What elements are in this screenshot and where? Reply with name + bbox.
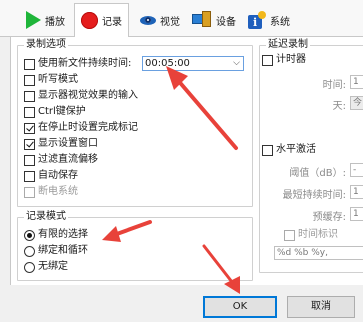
record-mode-option-limited[interactable]: 有限的选择: [24, 229, 88, 241]
record-mode-title: 记录模式: [24, 211, 68, 223]
time-label: 时间:: [322, 80, 346, 91]
record-options-group: 录制选项 使用新文件持续时间: 00:05:00 ⌵ 听写模式 显示器视觉效果的…: [17, 39, 253, 207]
threshold-input[interactable]: -: [350, 163, 363, 177]
unbound-radio[interactable]: [24, 261, 35, 273]
filter-dc-offset-checkbox[interactable]: [24, 154, 35, 166]
dictation-mode-option[interactable]: 听写模式: [24, 74, 78, 86]
show-visual-effects-option[interactable]: 显示器视觉效果的输入: [24, 90, 138, 102]
tab-record[interactable]: 记录: [74, 3, 129, 38]
ok-button[interactable]: OK: [203, 296, 277, 318]
auto-save-option[interactable]: 自动保存: [24, 170, 78, 182]
chevron-down-icon[interactable]: ⌵: [233, 57, 240, 70]
power-off-system-label: 断电系统: [38, 186, 78, 197]
eye-icon: [140, 15, 156, 25]
record-mode-group: 记录模式 有限的选择 绑定和循环 无绑定: [17, 211, 253, 281]
record-icon: [81, 12, 98, 29]
auto-save-label: 自动保存: [38, 170, 78, 181]
min-duration-label: 最短持续时间:: [282, 190, 346, 201]
power-off-system-checkbox: [24, 186, 35, 198]
level-activation-label: 水平激活: [276, 144, 316, 155]
tab-label: 系统: [270, 16, 290, 28]
timestamp-format-value: %d %b %y,: [277, 248, 328, 258]
new-file-duration-label: 使用新文件持续时间:: [38, 58, 132, 69]
level-activation-checkbox[interactable]: [262, 144, 273, 156]
new-file-duration-input[interactable]: 00:05:00 ⌵: [142, 56, 244, 71]
filter-dc-offset-label: 过滤直流偏移: [38, 154, 98, 165]
dictation-mode-checkbox[interactable]: [24, 74, 35, 86]
devices-icon: [192, 11, 212, 29]
threshold-label: 阈值（dB）:: [289, 168, 346, 179]
tab-label: 记录: [102, 17, 122, 28]
threshold-value: -: [353, 165, 357, 175]
filter-dc-offset-option[interactable]: 过滤直流偏移: [24, 154, 98, 166]
show-settings-window-option[interactable]: 显示设置窗口: [24, 138, 98, 150]
new-file-duration-checkbox[interactable]: [24, 58, 35, 70]
record-mode-option-loop[interactable]: 绑定和循环: [24, 245, 88, 257]
tab-label: 视觉: [160, 16, 180, 28]
stop-mark-complete-label: 在停止时设置完成标记: [38, 122, 138, 133]
system-info-icon: i: [248, 11, 266, 29]
unbound-label: 无绑定: [38, 261, 68, 272]
record-options-title: 录制选项: [24, 39, 68, 51]
loop-radio[interactable]: [24, 245, 35, 257]
new-file-duration-value: 00:05:00: [145, 58, 190, 69]
auto-save-checkbox[interactable]: [24, 170, 35, 182]
tab-label: 设备: [216, 16, 236, 28]
timer-label: 计时器: [276, 54, 306, 65]
loop-label: 绑定和循环: [38, 245, 88, 256]
time-value: 1: [353, 77, 359, 87]
tab-label: 播放: [45, 16, 65, 28]
time-input[interactable]: 1: [350, 75, 363, 89]
stop-mark-complete-option[interactable]: 在停止时设置完成标记: [24, 122, 138, 134]
tab-bar: 播放 记录 视觉 设备 i 系统: [0, 0, 363, 38]
timestamp-option: 时间标识: [284, 229, 338, 241]
prebuffer-value: 1: [353, 209, 359, 219]
stop-mark-complete-checkbox[interactable]: [24, 122, 35, 134]
timestamp-format-input[interactable]: %d %b %y,: [274, 246, 363, 260]
timestamp-label: 时间标识: [298, 229, 338, 240]
tab-playback[interactable]: 播放: [20, 3, 71, 37]
timestamp-checkbox: [284, 229, 295, 241]
level-activation-option[interactable]: 水平激活: [262, 144, 316, 156]
day-value: 今: [353, 98, 363, 108]
show-visual-effects-label: 显示器视觉效果的输入: [38, 90, 138, 101]
show-settings-window-label: 显示设置窗口: [38, 138, 98, 149]
day-label: 天:: [332, 101, 346, 112]
record-mode-option-unbound[interactable]: 无绑定: [24, 261, 68, 273]
min-duration-value: 1: [353, 187, 359, 197]
limited-radio[interactable]: [24, 229, 35, 241]
tab-visual[interactable]: 视觉: [134, 3, 186, 37]
day-select[interactable]: 今: [350, 96, 363, 110]
new-file-duration-option[interactable]: 使用新文件持续时间:: [24, 58, 131, 70]
tab-devices[interactable]: 设备: [186, 3, 242, 37]
timer-option[interactable]: 计时器: [262, 54, 306, 66]
delay-record-group: 延迟录制 计时器 时间: 1 天: 今 水平激活 阈值（dB）: - 最短持续时…: [259, 39, 363, 273]
power-off-system-option: 断电系统: [24, 186, 78, 198]
prebuffer-label: 预缓存:: [312, 212, 346, 223]
ctrl-protect-label: Ctrl键保护: [38, 106, 86, 117]
ctrl-protect-option[interactable]: Ctrl键保护: [24, 106, 86, 118]
ctrl-protect-checkbox[interactable]: [24, 106, 35, 118]
dictation-mode-label: 听写模式: [38, 74, 78, 85]
min-duration-input[interactable]: 1: [350, 185, 363, 199]
play-icon: [26, 11, 41, 29]
timer-checkbox[interactable]: [262, 54, 273, 66]
show-settings-window-checkbox[interactable]: [24, 138, 35, 150]
tab-system[interactable]: i 系统: [242, 3, 296, 37]
limited-label: 有限的选择: [38, 229, 88, 240]
record-settings-panel: 录制选项 使用新文件持续时间: 00:05:00 ⌵ 听写模式 显示器视觉效果的…: [10, 37, 363, 285]
show-visual-effects-checkbox[interactable]: [24, 90, 35, 102]
prebuffer-input[interactable]: 1: [350, 207, 363, 221]
delay-record-title: 延迟录制: [266, 39, 310, 51]
cancel-button[interactable]: 取消: [287, 296, 355, 318]
